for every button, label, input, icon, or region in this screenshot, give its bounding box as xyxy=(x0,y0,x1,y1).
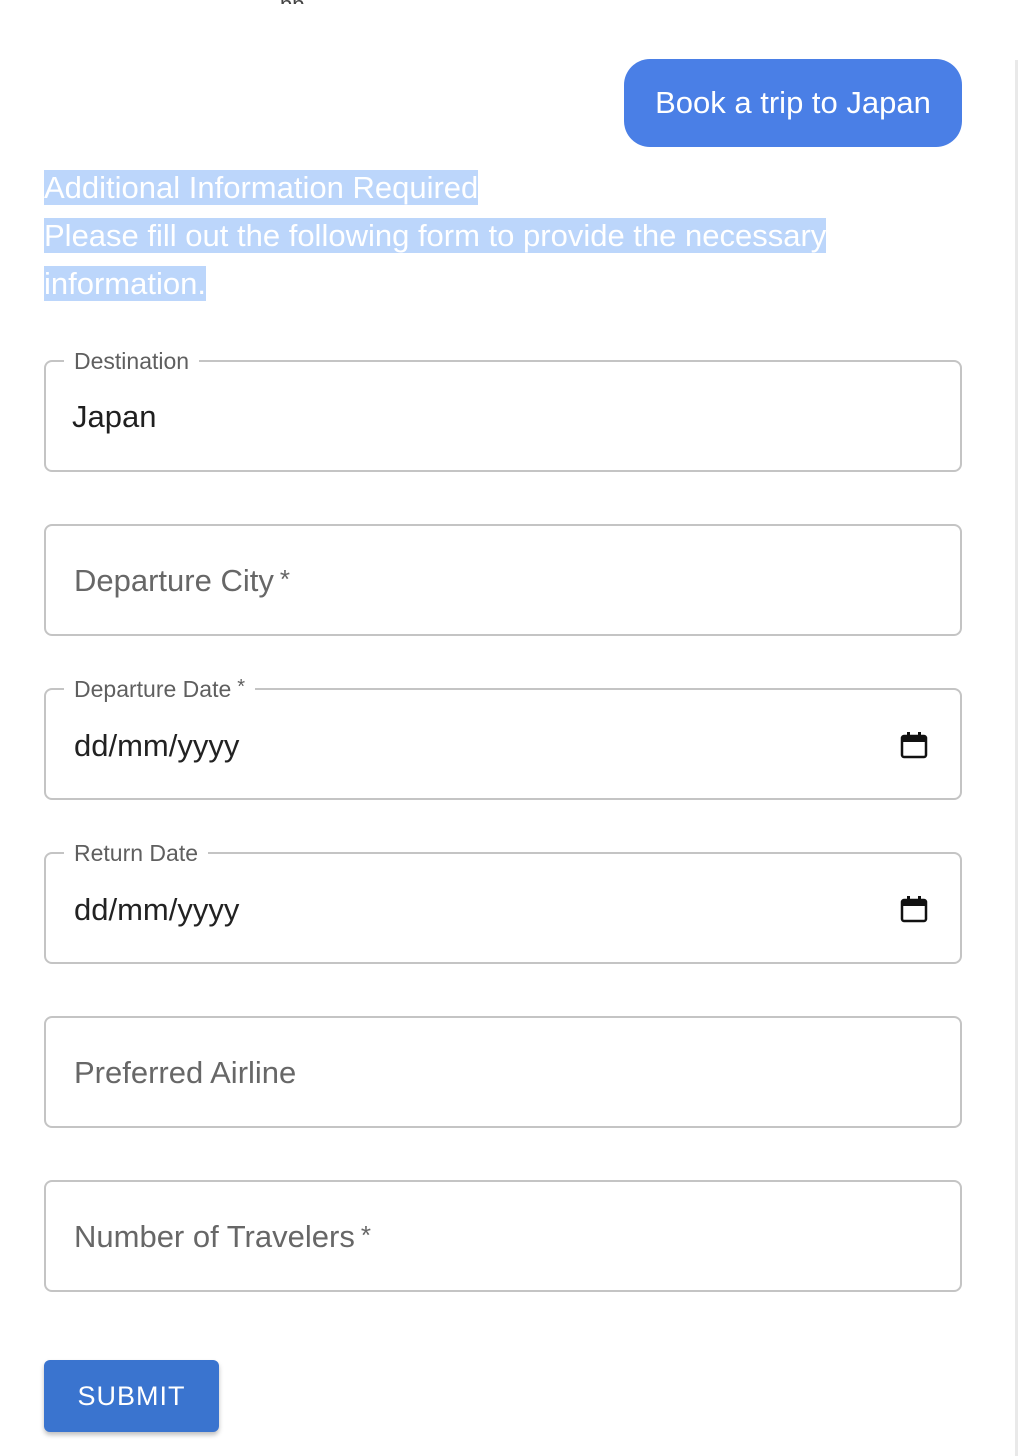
departure-date-field[interactable]: Departure Date * dd/mm/yyyy xyxy=(44,675,962,800)
submit-button[interactable]: SUBMIT xyxy=(44,1360,219,1432)
assistant-body-line2: information. xyxy=(44,266,206,301)
user-message-bubble: Book a trip to Japan xyxy=(624,59,962,147)
assistant-title: Additional Information Required xyxy=(44,170,479,205)
return-date-field[interactable]: Return Date dd/mm/yyyy xyxy=(44,839,962,964)
submit-button-label: SUBMIT xyxy=(77,1380,186,1411)
assistant-message: Additional Information Required Please f… xyxy=(44,164,884,308)
user-message-text: Book a trip to Japan xyxy=(655,85,931,120)
calendar-icon[interactable] xyxy=(900,895,928,923)
required-mark: * xyxy=(237,676,246,698)
return-date-label: Return Date xyxy=(64,839,209,867)
departure-city-placeholder-text: Departure City xyxy=(74,563,274,598)
departure-date-value[interactable]: dd/mm/yyyy xyxy=(74,728,239,764)
return-date-value[interactable]: dd/mm/yyyy xyxy=(74,892,239,928)
destination-label: Destination xyxy=(64,347,200,375)
number-of-travelers-field[interactable]: Number of Travelers * xyxy=(44,1180,962,1292)
preferred-airline-field[interactable]: Preferred Airline xyxy=(44,1016,962,1128)
required-mark: * xyxy=(360,1220,371,1250)
departure-city-placeholder: Departure City * xyxy=(74,563,290,599)
destination-value[interactable]: Japan xyxy=(72,399,156,435)
departure-city-field[interactable]: Departure City * xyxy=(44,524,962,636)
departure-date-label-text: Departure Date xyxy=(74,676,232,702)
scrollbar-track[interactable] xyxy=(1015,60,1018,1456)
calendar-icon[interactable] xyxy=(900,731,928,759)
departure-date-label: Departure Date * xyxy=(64,675,256,703)
number-of-travelers-placeholder: Number of Travelers * xyxy=(74,1219,371,1255)
assistant-body-line1: Please fill out the following form to pr… xyxy=(44,218,827,253)
destination-field[interactable]: Destination Japan xyxy=(44,347,962,472)
number-of-travelers-placeholder-text: Number of Travelers xyxy=(74,1219,355,1254)
required-mark: * xyxy=(279,564,290,594)
clipped-previous-text: pp xyxy=(280,0,320,4)
preferred-airline-placeholder: Preferred Airline xyxy=(74,1055,297,1090)
